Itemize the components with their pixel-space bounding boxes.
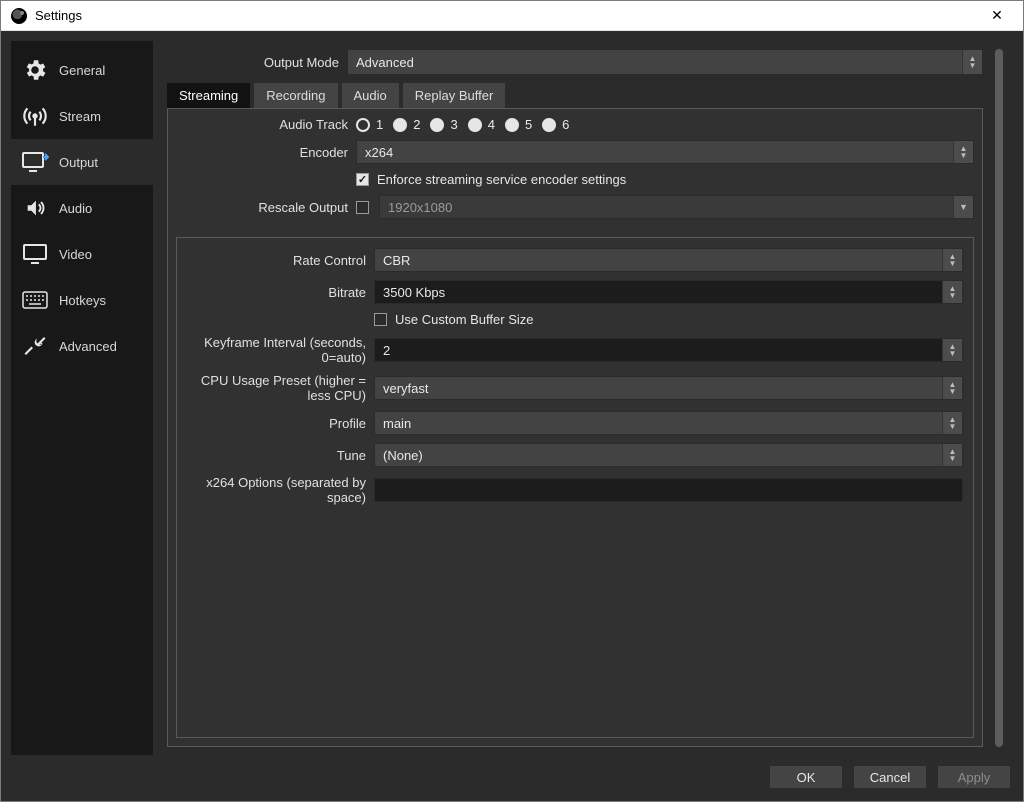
sidebar-item-label: Video [59,247,92,262]
output-icon [21,151,49,173]
audio-track-5[interactable]: 5 [505,117,532,132]
output-mode-value: Advanced [356,55,414,70]
tab-recording[interactable]: Recording [254,83,337,108]
output-mode-select[interactable]: Advanced ▲▼ [347,49,983,75]
audio-icon [21,197,49,219]
rescale-row: Rescale Output 1920x1080 ▼ [176,195,974,219]
settings-window: Settings ✕ General Stream Output [0,0,1024,802]
audio-track-row: Audio Track 1 2 3 4 5 6 [176,117,974,132]
antenna-icon [21,105,49,127]
audio-track-3[interactable]: 3 [430,117,457,132]
scrollbar-thumb[interactable] [995,49,1003,747]
sidebar-item-output[interactable]: Output [11,139,153,185]
apply-button[interactable]: Apply [937,765,1011,789]
updown-icon: ▲▼ [953,141,973,163]
ok-button[interactable]: OK [769,765,843,789]
audio-track-6[interactable]: 6 [542,117,569,132]
sidebar-item-label: Advanced [59,339,117,354]
bitrate-input[interactable]: 3500 Kbps ▲▼ [374,280,963,304]
updown-icon: ▲▼ [942,377,962,399]
close-button[interactable]: ✕ [977,7,1017,24]
rate-control-select[interactable]: CBR ▲▼ [374,248,963,272]
x264-opts-label: x264 Options (separated by space) [179,475,374,505]
main: Output Mode Advanced ▲▼ Streaming Record… [153,41,1013,755]
gear-icon [21,59,49,81]
sidebar-item-hotkeys[interactable]: Hotkeys [11,277,153,323]
audio-track-2[interactable]: 2 [393,117,420,132]
tools-icon [21,335,49,357]
cpu-preset-label: CPU Usage Preset (higher = less CPU) [179,373,374,403]
output-mode-row: Output Mode Advanced ▲▼ [167,49,983,75]
obs-icon [11,8,27,24]
sidebar: General Stream Output Audio [11,41,153,755]
rescale-label: Rescale Output [176,200,356,215]
sidebar-item-audio[interactable]: Audio [11,185,153,231]
updown-icon: ▲▼ [942,444,962,466]
audio-track-4[interactable]: 4 [468,117,495,132]
keyboard-icon [21,289,49,311]
sidebar-item-video[interactable]: Video [11,231,153,277]
sidebar-item-advanced[interactable]: Advanced [11,323,153,369]
x264-opts-input[interactable] [374,478,963,502]
enforce-checkbox[interactable] [356,173,369,186]
sidebar-item-label: Output [59,155,98,170]
cpu-preset-select[interactable]: veryfast ▲▼ [374,376,963,400]
custom-buffer-label: Use Custom Buffer Size [395,312,533,327]
tab-body-streaming: Audio Track 1 2 3 4 5 6 Encoder [167,108,983,747]
chevron-down-icon: ▼ [953,196,973,218]
sidebar-item-stream[interactable]: Stream [11,93,153,139]
video-icon [21,243,49,265]
updown-icon: ▲▼ [962,50,982,74]
audio-track-radios: 1 2 3 4 5 6 [356,117,569,132]
tabs: Streaming Recording Audio Replay Buffer [167,83,983,108]
custom-buffer-checkbox[interactable] [374,313,387,326]
titlebar: Settings ✕ [1,1,1023,31]
profile-select[interactable]: main ▲▼ [374,411,963,435]
output-mode-label: Output Mode [167,55,347,70]
content: General Stream Output Audio [1,31,1023,755]
encoder-label: Encoder [176,145,356,160]
keyframe-label: Keyframe Interval (seconds, 0=auto) [179,335,374,365]
keyframe-input[interactable]: 2 ▲▼ [374,338,963,362]
rate-control-label: Rate Control [179,253,374,268]
cancel-button[interactable]: Cancel [853,765,927,789]
tab-replay-buffer[interactable]: Replay Buffer [403,83,506,108]
spin-icon[interactable]: ▲▼ [942,339,962,361]
sidebar-item-label: Stream [59,109,101,124]
spin-icon[interactable]: ▲▼ [942,281,962,303]
encoder-row: Encoder x264 ▲▼ [176,140,974,164]
sidebar-item-label: Hotkeys [59,293,106,308]
updown-icon: ▲▼ [942,412,962,434]
scrollbar[interactable] [995,49,1003,747]
panel: Output Mode Advanced ▲▼ Streaming Record… [167,49,983,747]
footer: OK Cancel Apply [1,755,1023,801]
encoder-settings-group: Rate Control CBR ▲▼ Bitrate 3500 Kbps ▲▼ [176,237,974,738]
tab-streaming[interactable]: Streaming [167,83,250,108]
audio-track-label: Audio Track [176,117,356,132]
window-title: Settings [35,8,977,23]
enforce-row: Enforce streaming service encoder settin… [176,172,974,187]
updown-icon: ▲▼ [942,249,962,271]
profile-label: Profile [179,416,374,431]
rescale-checkbox[interactable] [356,201,369,214]
sidebar-item-label: Audio [59,201,92,216]
audio-track-1[interactable]: 1 [356,117,383,132]
sidebar-item-label: General [59,63,105,78]
sidebar-item-general[interactable]: General [11,47,153,93]
encoder-select[interactable]: x264 ▲▼ [356,140,974,164]
tune-label: Tune [179,448,374,463]
bitrate-label: Bitrate [179,285,374,300]
enforce-label: Enforce streaming service encoder settin… [377,172,626,187]
tab-audio[interactable]: Audio [342,83,399,108]
tune-select[interactable]: (None) ▲▼ [374,443,963,467]
rescale-select[interactable]: 1920x1080 ▼ [379,195,974,219]
